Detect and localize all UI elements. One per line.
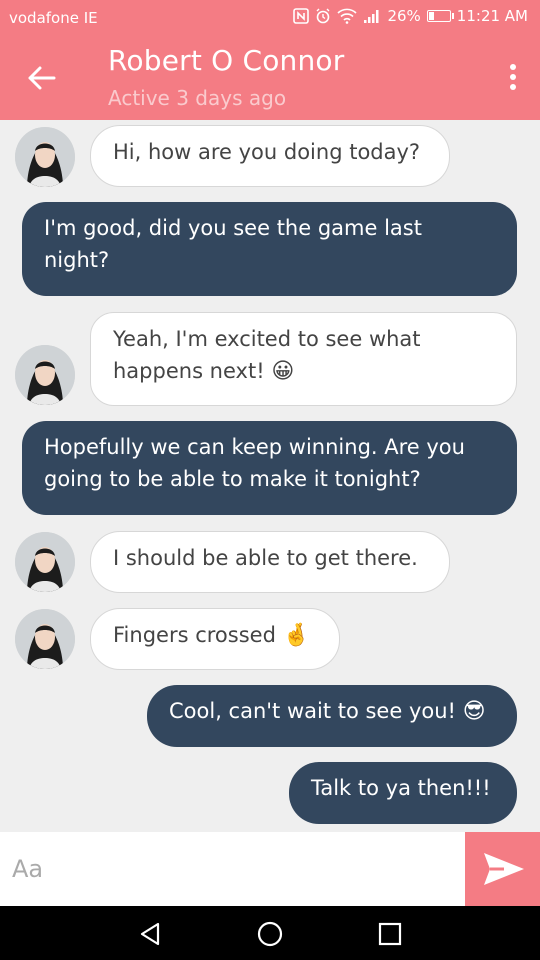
dot-icon	[510, 74, 516, 80]
grinning-emoji-icon: 😀	[271, 359, 295, 384]
wifi-icon	[337, 8, 358, 24]
carrier-label: vodafone IE	[9, 9, 98, 27]
contact-avatar[interactable]	[15, 609, 75, 669]
message-text-line: I'm good, did you see the game last	[44, 216, 422, 240]
alarm-icon	[316, 8, 330, 24]
dot-icon	[510, 64, 516, 70]
nav-home-button[interactable]	[254, 918, 286, 950]
clock: 11:21 AM	[456, 7, 528, 25]
chat-header: Robert O Connor Active 3 days ago	[0, 36, 540, 120]
message-text-line: Hopefully we can keep winning. Are you	[44, 435, 465, 459]
system-nav-bar	[0, 906, 540, 960]
message-text-line: happens next!	[113, 359, 265, 383]
dot-icon	[510, 84, 516, 90]
triangle-back-icon	[140, 922, 160, 946]
message-text: I should be able to get there.	[113, 546, 418, 570]
more-options-button[interactable]	[506, 64, 520, 94]
send-button[interactable]	[465, 832, 540, 906]
message-text: Hi, how are you doing today?	[113, 140, 421, 164]
contact-name: Robert O Connor	[108, 44, 345, 77]
contact-avatar[interactable]	[15, 345, 75, 405]
outgoing-message[interactable]: Cool, can't wait to see you! 😎	[147, 685, 517, 747]
message-text-line: going to be able to make it tonight?	[44, 467, 421, 491]
presence-status: Active 3 days ago	[108, 86, 287, 110]
composer-bar	[0, 832, 540, 906]
fingers-crossed-emoji-icon: 🤞	[282, 623, 310, 648]
incoming-message[interactable]: Fingers crossed 🤞	[90, 608, 340, 670]
battery-icon	[426, 10, 454, 22]
battery-percent: 26%	[387, 7, 421, 25]
contact-avatar[interactable]	[15, 532, 75, 592]
message-input[interactable]	[0, 832, 465, 906]
nav-recents-button[interactable]	[374, 918, 406, 950]
message-list[interactable]: Hi, how are you doing today? I'm good, d…	[0, 120, 540, 832]
outgoing-message[interactable]: Talk to ya then!!!	[289, 762, 517, 824]
circle-home-icon	[257, 921, 283, 947]
square-recents-icon	[378, 922, 402, 946]
status-bar: vodafone IE 26% 11:21 AM	[0, 0, 540, 36]
status-icons: 26% 11:21 AM	[293, 7, 528, 25]
message-text: Fingers crossed	[113, 623, 276, 647]
back-button[interactable]	[22, 60, 62, 96]
sunglasses-emoji-icon: 😎	[462, 699, 486, 724]
outgoing-message[interactable]: Hopefully we can keep winning. Are you g…	[22, 421, 517, 515]
incoming-message[interactable]: I should be able to get there.	[90, 531, 450, 593]
incoming-message[interactable]: Yeah, I'm excited to see what happens ne…	[90, 312, 517, 406]
contact-avatar[interactable]	[15, 127, 75, 187]
nav-back-button[interactable]	[134, 918, 166, 950]
message-text-line: night?	[44, 248, 110, 272]
send-icon	[484, 853, 524, 885]
nfc-icon	[293, 8, 310, 24]
message-text: Cool, can't wait to see you!	[169, 699, 456, 723]
message-text: Talk to ya then!!!	[311, 776, 491, 800]
signal-icon	[364, 10, 379, 23]
back-arrow-icon	[28, 66, 56, 90]
incoming-message[interactable]: Hi, how are you doing today?	[90, 125, 450, 187]
outgoing-message[interactable]: I'm good, did you see the game last nigh…	[22, 202, 517, 296]
message-text-line: Yeah, I'm excited to see what	[113, 327, 421, 351]
